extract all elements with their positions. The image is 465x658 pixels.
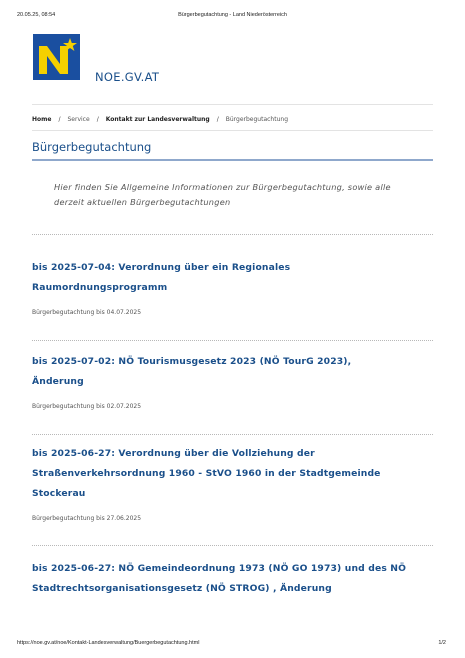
breadcrumb-home[interactable]: Home bbox=[32, 116, 51, 123]
breadcrumb-separator: / bbox=[216, 116, 219, 123]
page-title: Bürgerbegutachtung bbox=[32, 140, 152, 154]
consultation-link[interactable]: bis 2025-06-27: NÖ Gemeindeordnung 1973 … bbox=[32, 559, 432, 599]
divider bbox=[32, 234, 433, 235]
print-page-number: 1/2 bbox=[438, 640, 446, 646]
divider bbox=[32, 340, 433, 341]
breadcrumb-separator: / bbox=[58, 116, 61, 123]
consultation-title-line: bis 2025-07-04: Verordnung über ein Regi… bbox=[32, 262, 291, 273]
consultation-link[interactable]: bis 2025-07-02: NÖ Tourismusgesetz 2023 … bbox=[32, 352, 432, 392]
divider bbox=[32, 545, 433, 546]
consultation-meta: Bürgerbegutachtung bis 02.07.2025 bbox=[32, 403, 142, 410]
consultation-title-line: bis 2025-07-02: NÖ Tourismusgesetz 2023 … bbox=[32, 356, 352, 367]
print-url: https://noe.gv.at/noe/Kontakt-Landesverw… bbox=[17, 640, 200, 646]
noe-logo-icon bbox=[33, 34, 80, 80]
consultation-title-line: Straßenverkehrsordnung 1960 - StVO 1960 … bbox=[32, 468, 381, 479]
site-name[interactable]: NOE.GV.AT bbox=[95, 70, 159, 84]
breadcrumb: Home / Service / Kontakt zur Landesverwaltun… bbox=[32, 116, 288, 123]
header-divider bbox=[32, 104, 433, 105]
breadcrumb-kontakt[interactable]: Kontakt zur Landesverwaltung bbox=[106, 116, 210, 123]
consultation-title-line: Stockerau bbox=[32, 488, 86, 499]
title-underline bbox=[32, 159, 433, 161]
breadcrumb-divider bbox=[32, 130, 433, 131]
breadcrumb-separator: / bbox=[96, 116, 99, 123]
consultation-title-line: Änderung bbox=[32, 376, 84, 387]
consultation-title-line: bis 2025-06-27: NÖ Gemeindeordnung 1973 … bbox=[32, 563, 407, 574]
consultation-title-line: Raumordnungsprogramm bbox=[32, 282, 168, 293]
consultation-title-line: bis 2025-06-27: Verordnung über die Voll… bbox=[32, 448, 315, 459]
breadcrumb-current: Bürgerbegutachtung bbox=[225, 116, 289, 123]
site-logo[interactable] bbox=[33, 34, 80, 80]
intro-text: Hier finden Sie Allgemeine Informationen… bbox=[54, 182, 391, 207]
breadcrumb-service[interactable]: Service bbox=[68, 116, 90, 123]
consultation-link[interactable]: bis 2025-06-27: Verordnung über die Voll… bbox=[32, 444, 432, 504]
divider bbox=[32, 434, 433, 435]
consultation-title-line: Stadtrechtsorganisationsgesetz (NÖ STROG… bbox=[32, 583, 332, 594]
consultation-meta: Bürgerbegutachtung bis 27.06.2025 bbox=[32, 515, 142, 522]
consultation-meta: Bürgerbegutachtung bis 04.07.2025 bbox=[32, 309, 142, 316]
print-page-title: Bürgerbegutachtung - Land Niederösterrei… bbox=[178, 12, 287, 18]
consultation-link[interactable]: bis 2025-07-04: Verordnung über ein Regi… bbox=[32, 258, 432, 298]
